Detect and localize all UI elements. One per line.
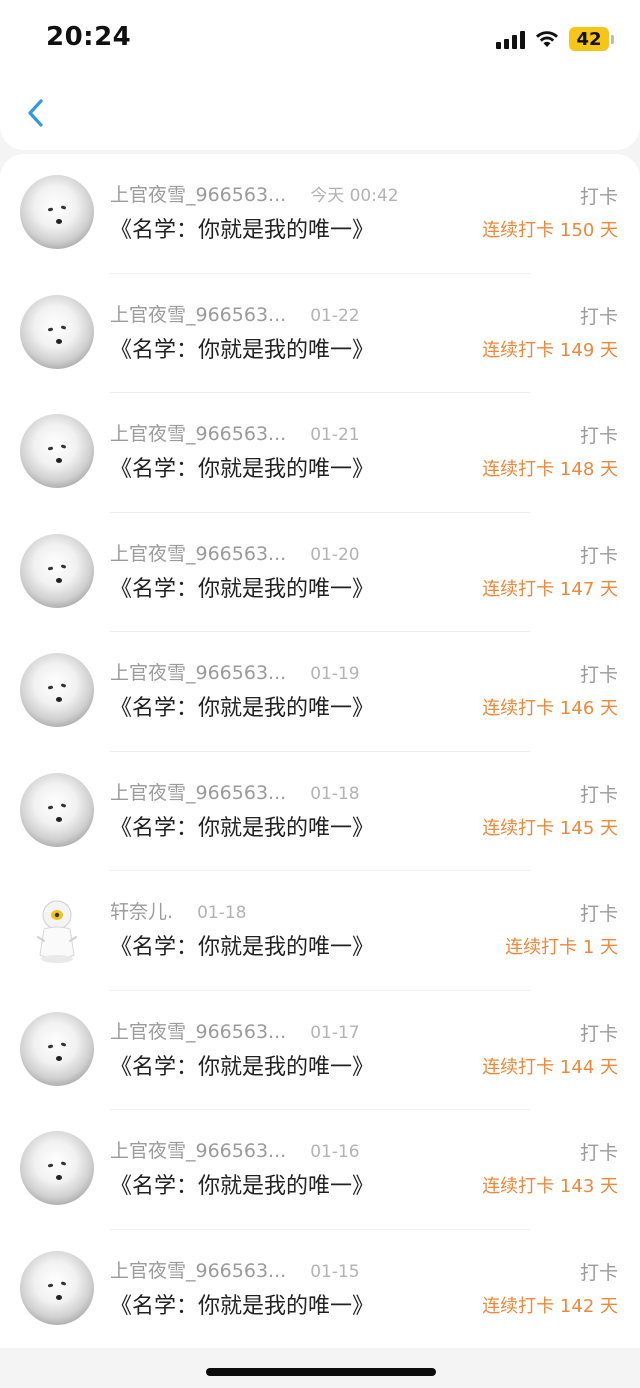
status-bar: 20:24 42	[0, 0, 640, 76]
username[interactable]: 轩奈儿.	[110, 901, 173, 923]
cat-avatar[interactable]	[20, 772, 94, 847]
checkin-label: 打卡	[579, 544, 618, 567]
home-indicator[interactable]	[206, 1368, 436, 1376]
book-title: 《名学：你就是我的唯一》	[110, 337, 375, 363]
streak-count: 连续打卡 142 天	[482, 1295, 618, 1317]
cartoon-avatar[interactable]	[30, 897, 84, 967]
status-icons: 42	[496, 26, 614, 52]
username[interactable]: 上官夜雪_966563...	[110, 662, 286, 684]
username[interactable]: 上官夜雪_966563...	[110, 423, 286, 445]
username[interactable]: 上官夜雪_966563...	[110, 184, 286, 206]
checkin-date: 01-16	[310, 1142, 360, 1162]
checkin-date: 01-18	[310, 783, 360, 804]
book-title: 《名学：你就是我的唯一》	[110, 696, 375, 721]
checkin-date: 01-19	[310, 664, 360, 684]
list-item[interactable]: 上官夜雪_966563... 今天 00:42 《名学：你就是我的唯一》 打卡 …	[0, 154, 640, 274]
cat-avatar[interactable]	[20, 1131, 94, 1205]
cat-avatar[interactable]	[20, 175, 94, 249]
checkin-label: 打卡	[579, 1261, 618, 1284]
list-item[interactable]: 上官夜雪_966563... 01-18 《名学：你就是我的唯一》 打卡 连续打…	[0, 752, 640, 871]
list-item[interactable]: 上官夜雪_966563... 01-17 《名学：你就是我的唯一》 打卡 连续打…	[0, 991, 640, 1110]
back-button[interactable]	[20, 96, 54, 130]
cat-avatar[interactable]	[20, 533, 94, 608]
list-item[interactable]: 上官夜雪_966563... 01-15 《名学：你就是我的唯一》 打卡 连续打…	[0, 1230, 640, 1349]
battery-cap	[611, 34, 614, 44]
book-title: 《名学：你就是我的唯一》	[110, 935, 375, 960]
checkin-label: 打卡	[579, 1142, 618, 1164]
streak-count: 连续打卡 1 天	[505, 937, 618, 958]
checkin-date: 01-22	[310, 305, 360, 326]
cat-avatar[interactable]	[20, 414, 94, 488]
book-title: 《名学：你就是我的唯一》	[110, 815, 375, 841]
list-item[interactable]: 上官夜雪_966563... 01-16 《名学：你就是我的唯一》 打卡 连续打…	[0, 1110, 640, 1230]
streak-count: 连续打卡 146 天	[482, 698, 618, 719]
checkin-date: 01-21	[310, 425, 360, 445]
row-meta: 上官夜雪_966563... 01-22	[110, 300, 360, 327]
checkin-date: 01-15	[310, 1261, 360, 1282]
checkin-label: 打卡	[579, 903, 618, 925]
checkin-date: 01-20	[310, 544, 360, 565]
cat-avatar[interactable]	[20, 1011, 94, 1086]
cat-avatar[interactable]	[20, 653, 94, 727]
book-title: 《名学：你就是我的唯一》	[110, 1054, 375, 1080]
chevron-left-icon	[28, 99, 43, 127]
streak-count: 连续打卡 143 天	[482, 1176, 618, 1197]
row-meta: 上官夜雪_966563... 01-17	[110, 1017, 360, 1044]
row-meta: 上官夜雪_966563... 01-16	[110, 1136, 360, 1163]
username[interactable]: 上官夜雪_966563...	[110, 1021, 286, 1043]
checkin-date: 今天 00:42	[310, 186, 399, 206]
checkin-label: 打卡	[579, 1022, 618, 1045]
checkin-date: 01-17	[310, 1022, 360, 1043]
list-item[interactable]: 上官夜雪_966563... 01-21 《名学：你就是我的唯一》 打卡 连续打…	[0, 393, 640, 513]
home-area	[0, 1348, 640, 1388]
checkin-label: 打卡	[579, 305, 618, 328]
row-meta: 上官夜雪_966563... 01-18	[110, 778, 360, 805]
streak-count: 连续打卡 149 天	[482, 339, 618, 361]
cartoon-figure-icon	[37, 900, 77, 963]
list-item[interactable]: 轩奈儿. 01-18 《名学：你就是我的唯一》 打卡 连续打卡 1 天	[0, 871, 640, 991]
streak-count: 连续打卡 144 天	[482, 1056, 618, 1078]
checkin-label: 打卡	[579, 186, 618, 208]
username[interactable]: 上官夜雪_966563...	[110, 1260, 286, 1282]
streak-count: 连续打卡 145 天	[482, 817, 618, 839]
row-meta: 上官夜雪_966563... 今天 00:42	[110, 180, 399, 207]
checkin-label: 打卡	[579, 664, 618, 686]
book-title: 《名学：你就是我的唯一》	[110, 1174, 375, 1199]
streak-count: 连续打卡 148 天	[482, 459, 618, 480]
list-item[interactable]: 上官夜雪_966563... 01-22 《名学：你就是我的唯一》 打卡 连续打…	[0, 274, 640, 393]
book-title: 《名学：你就是我的唯一》	[110, 457, 375, 482]
username[interactable]: 上官夜雪_966563...	[110, 782, 286, 804]
list-item[interactable]: 上官夜雪_966563... 01-20 《名学：你就是我的唯一》 打卡 连续打…	[0, 513, 640, 632]
checkin-list: 上官夜雪_966563... 今天 00:42 《名学：你就是我的唯一》 打卡 …	[0, 154, 640, 1348]
cat-avatar[interactable]	[20, 294, 94, 369]
row-meta: 上官夜雪_966563... 01-15	[110, 1256, 360, 1283]
wifi-icon	[535, 30, 559, 48]
username[interactable]: 上官夜雪_966563...	[110, 543, 286, 565]
row-meta: 上官夜雪_966563... 01-20	[110, 539, 360, 566]
row-meta: 上官夜雪_966563... 01-19	[110, 658, 360, 685]
row-meta: 轩奈儿. 01-18	[110, 897, 247, 924]
username[interactable]: 上官夜雪_966563...	[110, 1140, 286, 1162]
signal-icon	[496, 29, 525, 49]
cat-avatar[interactable]	[20, 1250, 94, 1325]
battery-icon: 42	[569, 27, 609, 51]
nav-bar	[0, 76, 640, 150]
checkin-date: 01-18	[197, 903, 247, 923]
streak-count: 连续打卡 150 天	[482, 220, 618, 241]
list-item[interactable]: 上官夜雪_966563... 01-19 《名学：你就是我的唯一》 打卡 连续打…	[0, 632, 640, 752]
checkin-label: 打卡	[579, 783, 618, 806]
checkin-label: 打卡	[579, 425, 618, 447]
username[interactable]: 上官夜雪_966563...	[110, 304, 286, 326]
book-title: 《名学：你就是我的唯一》	[110, 218, 375, 243]
streak-count: 连续打卡 147 天	[482, 578, 618, 600]
row-meta: 上官夜雪_966563... 01-21	[110, 419, 360, 446]
book-title: 《名学：你就是我的唯一》	[110, 576, 375, 602]
book-title: 《名学：你就是我的唯一》	[110, 1293, 375, 1319]
status-time: 20:24	[46, 22, 132, 52]
